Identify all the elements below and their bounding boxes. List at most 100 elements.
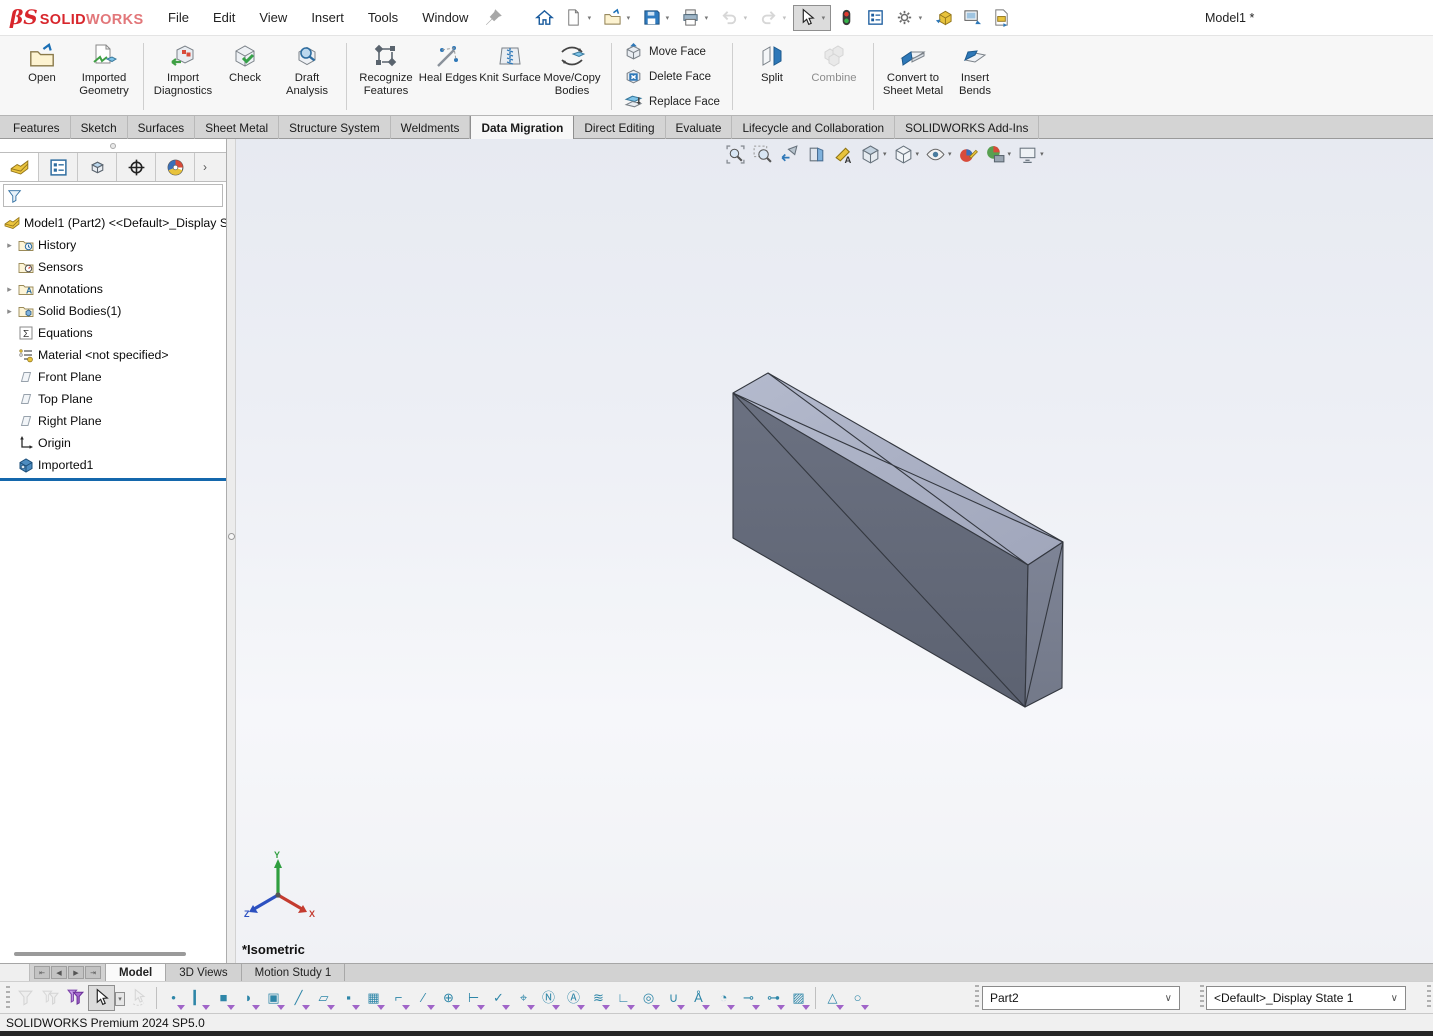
options-button[interactable]: ▾ bbox=[890, 5, 928, 31]
file-menu[interactable]: File bbox=[156, 1, 201, 35]
filter-solid-bodies-button[interactable]: ▣ bbox=[261, 985, 286, 1011]
filter-dimensions-button[interactable]: ⊢ bbox=[461, 985, 486, 1011]
3d-model[interactable] bbox=[236, 139, 1433, 963]
view-menu[interactable]: View bbox=[247, 1, 299, 35]
filter-datum-targets-button[interactable]: ◎ bbox=[636, 985, 661, 1011]
splitter-grip[interactable] bbox=[228, 533, 235, 540]
replace-face-button[interactable]: Replace Face bbox=[620, 90, 724, 113]
file-properties-button[interactable] bbox=[861, 5, 889, 31]
toggle-selection-filters-button[interactable] bbox=[63, 985, 88, 1011]
select-button[interactable]: ▾ bbox=[793, 5, 831, 31]
dropdown-caret[interactable]: ▾ bbox=[915, 14, 925, 22]
tree-item-sensors[interactable]: Sensors bbox=[0, 256, 226, 278]
filter-vertices-button[interactable]: • bbox=[161, 985, 186, 1011]
split-button[interactable]: Split bbox=[741, 38, 803, 115]
tree-root-item[interactable]: Model1 (Part2) <<Default>_Display St bbox=[0, 212, 226, 234]
dimxpertmanager-tab[interactable] bbox=[117, 153, 156, 181]
nav-last-button[interactable]: ⇥ bbox=[85, 966, 101, 979]
tree-item-material[interactable]: Material <not specified> bbox=[0, 344, 226, 366]
active-part-combobox[interactable]: Part2 ∨ bbox=[982, 986, 1180, 1010]
displaymanager-tab[interactable] bbox=[156, 153, 195, 181]
knit-surface-button[interactable]: Knit Surface bbox=[479, 38, 541, 115]
filter-center-marks-button[interactable]: ⊕ bbox=[436, 985, 461, 1011]
filter-faces-button[interactable]: ■ bbox=[211, 985, 236, 1011]
pin-icon[interactable] bbox=[482, 7, 504, 29]
capture-3d-view-button[interactable] bbox=[958, 5, 986, 31]
surfaces-tab[interactable]: Surfaces bbox=[128, 116, 196, 139]
move-face-button[interactable]: Move Face bbox=[620, 40, 724, 63]
save-button[interactable]: ▾ bbox=[637, 5, 675, 31]
open-file-button[interactable]: ▾ bbox=[598, 5, 636, 31]
dropdown-caret[interactable]: ▾ bbox=[584, 14, 594, 22]
sketch-tab[interactable]: Sketch bbox=[71, 116, 128, 139]
print-button[interactable]: ▾ bbox=[676, 5, 714, 31]
model-tab[interactable]: Model bbox=[105, 964, 166, 981]
filter-weld-beads-button[interactable]: △ bbox=[820, 985, 845, 1011]
tree-item-origin[interactable]: Origin bbox=[0, 432, 226, 454]
window-menu[interactable]: Window bbox=[410, 1, 480, 35]
filter-hatches-button[interactable]: ▨ bbox=[786, 985, 811, 1011]
select-tool-button[interactable]: ▾ bbox=[88, 985, 115, 1011]
rebuild-button[interactable] bbox=[832, 5, 860, 31]
sheet-metal-tab[interactable]: Sheet Metal bbox=[195, 116, 279, 139]
features-tab[interactable]: Features bbox=[3, 116, 71, 139]
import-diagnostics-button[interactable]: Import Diagnostics bbox=[152, 38, 214, 115]
featuremanager-tree-tab[interactable] bbox=[0, 153, 39, 181]
tree-item-right-plane[interactable]: Right Plane bbox=[0, 410, 226, 432]
recognize-features-button[interactable]: Recognize Features bbox=[355, 38, 417, 115]
panel-resize-grip[interactable] bbox=[0, 139, 226, 152]
dropdown-caret[interactable]: ▾ bbox=[818, 14, 828, 22]
filter-sketches-button[interactable]: ▦ bbox=[361, 985, 386, 1011]
filter-midpoints-button[interactable]: ∕ bbox=[411, 985, 436, 1011]
weldments-tab[interactable]: Weldments bbox=[391, 116, 471, 139]
filter-sketch-points-button[interactable]: ▪ bbox=[336, 985, 361, 1011]
tree-item-front-plane[interactable]: Front Plane bbox=[0, 366, 226, 388]
filter-blocks-button[interactable]: Å bbox=[686, 985, 711, 1011]
draft-analysis-button[interactable]: Draft Analysis bbox=[276, 38, 338, 115]
nav-next-button[interactable]: ▶ bbox=[68, 966, 84, 979]
filter-sketch-segments-button[interactable]: ⌐ bbox=[386, 985, 411, 1011]
rollback-bar[interactable] bbox=[0, 478, 226, 481]
filter-planes-button[interactable]: ▱ bbox=[311, 985, 336, 1011]
filter-surface-bodies-button[interactable]: ◗ bbox=[236, 985, 261, 1011]
filter-axes-button[interactable]: ╱ bbox=[286, 985, 311, 1011]
filter-surface-finish-symbols-button[interactable]: ✓ bbox=[486, 985, 511, 1011]
toolbar-drag-handle[interactable] bbox=[1427, 985, 1431, 1009]
3d-cad-resources-button[interactable] bbox=[929, 5, 957, 31]
filter-dowel-pins-button[interactable]: ◔ bbox=[711, 985, 736, 1011]
display-state-combobox[interactable]: <Default>_Display State 1 ∨ bbox=[1206, 986, 1406, 1010]
tree-item-solid-bodies[interactable]: Solid Bodies(1) bbox=[0, 300, 226, 322]
data-migration-tab[interactable]: Data Migration bbox=[470, 116, 574, 139]
motion-study-1-tab[interactable]: Motion Study 1 bbox=[242, 964, 346, 981]
tree-filter-box[interactable] bbox=[3, 184, 223, 207]
dropdown-caret[interactable]: ▾ bbox=[115, 992, 125, 1006]
imported-geometry-button[interactable]: Imported Geometry bbox=[73, 38, 135, 115]
dropdown-caret[interactable]: ▾ bbox=[662, 14, 672, 22]
filter-weld-paths-button[interactable]: ○ bbox=[845, 985, 870, 1011]
tree-item-annotations[interactable]: A Annotations bbox=[0, 278, 226, 300]
tree-item-equations[interactable]: Σ Equations bbox=[0, 322, 226, 344]
lifecycle-and-collaboration-tab[interactable]: Lifecycle and Collaboration bbox=[732, 116, 895, 139]
combo-caret-icon[interactable]: ∨ bbox=[1391, 993, 1398, 1004]
new-file-button[interactable]: ▾ bbox=[559, 5, 597, 31]
move-copy-bodies-button[interactable]: Move/Copy Bodies bbox=[541, 38, 603, 115]
open-button[interactable]: Open bbox=[11, 38, 73, 115]
filter-weld-symbols-button[interactable]: ≋ bbox=[586, 985, 611, 1011]
expand-arrow-icon[interactable] bbox=[4, 240, 15, 251]
propertymanager-tab[interactable] bbox=[39, 153, 78, 181]
dropdown-caret[interactable]: ▾ bbox=[779, 14, 789, 22]
filter-notes-button[interactable]: Ⓝ bbox=[536, 985, 561, 1011]
dropdown-caret[interactable]: ▾ bbox=[623, 14, 633, 22]
filter-datums-button[interactable]: ∟ bbox=[611, 985, 636, 1011]
filter-edges-button[interactable]: ▎ bbox=[186, 985, 211, 1011]
edit-menu[interactable]: Edit bbox=[201, 1, 247, 35]
insert-bends-button[interactable]: Insert Bends bbox=[944, 38, 1006, 115]
structure-system-tab[interactable]: Structure System bbox=[279, 116, 390, 139]
tree-item-imported1[interactable]: Imported1 bbox=[0, 454, 226, 476]
nav-first-button[interactable]: ⇤ bbox=[34, 966, 50, 979]
tools-menu[interactable]: Tools bbox=[356, 1, 410, 35]
direct-editing-tab[interactable]: Direct Editing bbox=[574, 116, 665, 139]
expand-arrow-icon[interactable] bbox=[4, 284, 15, 295]
insert-menu[interactable]: Insert bbox=[299, 1, 356, 35]
filter-balloons-button[interactable]: Ⓐ bbox=[561, 985, 586, 1011]
